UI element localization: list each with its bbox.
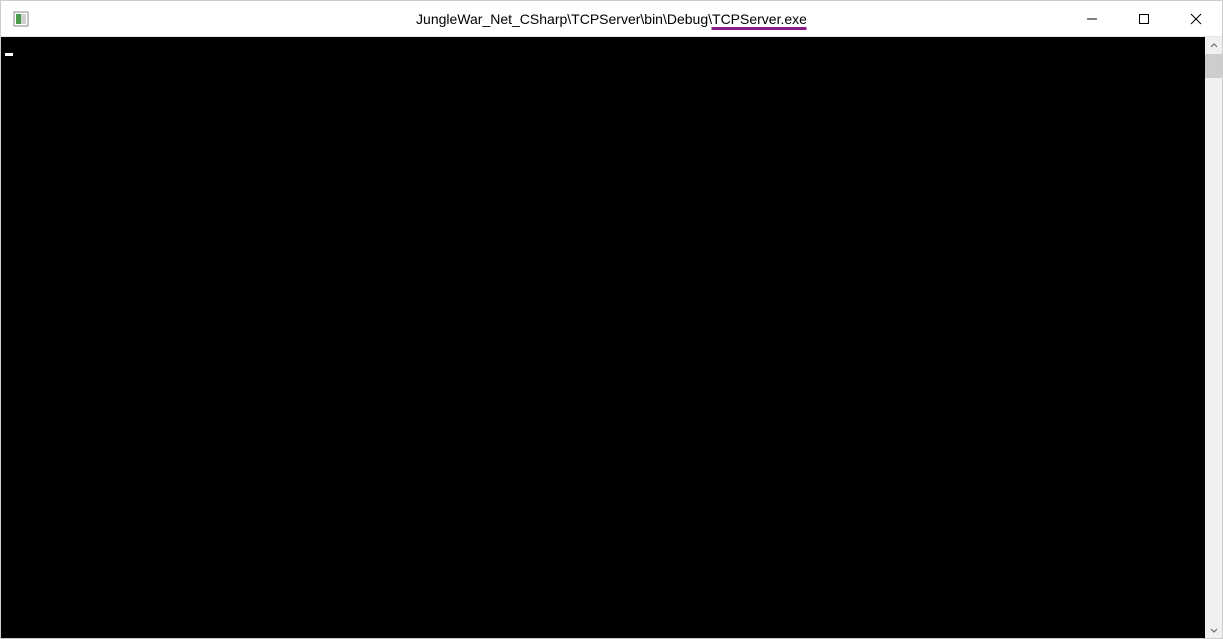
close-icon [1190,13,1202,25]
scroll-down-button[interactable] [1205,621,1222,638]
console-output[interactable] [1,37,1205,638]
minimize-button[interactable] [1066,1,1118,36]
minimize-icon [1086,13,1098,25]
close-button[interactable] [1170,1,1222,36]
chevron-down-icon [1210,626,1218,634]
title-path: JungleWar_Net_CSharp\TCPServer\bin\Debug… [416,11,712,27]
scroll-track[interactable] [1205,54,1222,621]
scroll-thumb[interactable] [1205,54,1222,78]
maximize-button[interactable] [1118,1,1170,36]
app-icon [11,9,31,29]
chevron-up-icon [1210,42,1218,50]
window-title: JungleWar_Net_CSharp\TCPServer\bin\Debug… [416,11,807,27]
window-controls [1066,1,1222,36]
text-cursor [5,53,13,56]
title-exe-highlighted: TCPServer.exe [712,11,807,30]
vertical-scrollbar[interactable] [1205,37,1222,638]
console-window: JungleWar_Net_CSharp\TCPServer\bin\Debug… [0,0,1223,639]
titlebar[interactable]: JungleWar_Net_CSharp\TCPServer\bin\Debug… [1,1,1222,37]
console-area [1,37,1222,638]
maximize-icon [1138,13,1150,25]
scroll-up-button[interactable] [1205,37,1222,54]
